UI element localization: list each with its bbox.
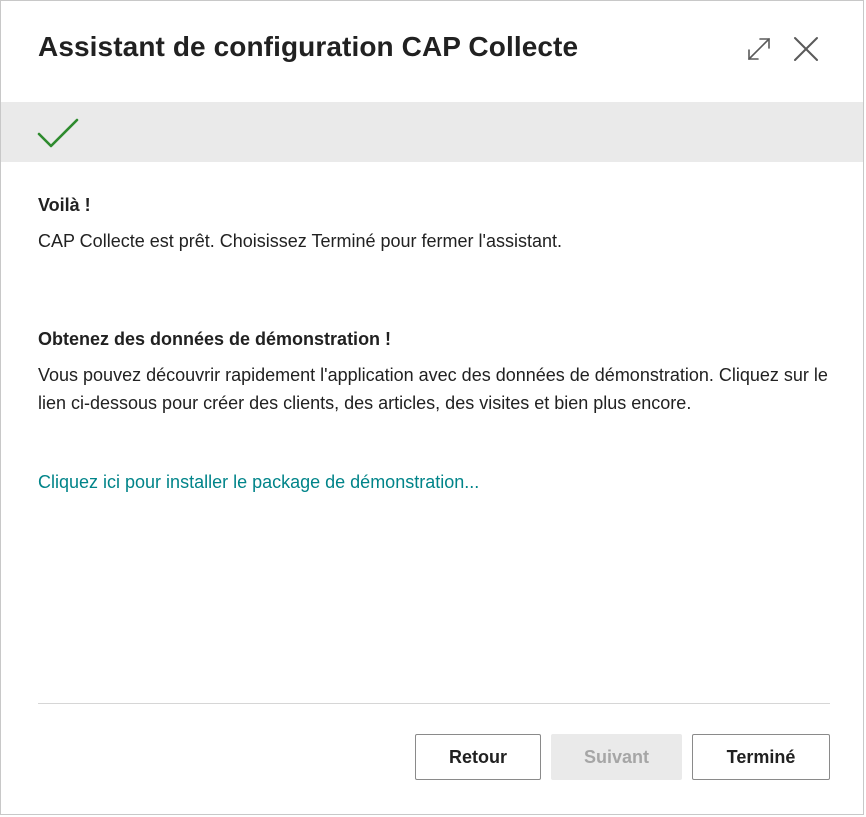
completion-section: Voilà ! CAP Collecte est prêt. Choisisse…	[38, 191, 562, 255]
expand-button[interactable]	[744, 34, 774, 64]
demo-data-text: Vous pouvez découvrir rapidement l'appli…	[38, 365, 828, 413]
close-icon	[794, 37, 818, 61]
close-button[interactable]	[791, 34, 821, 64]
demo-data-section: Obtenez des données de démonstration ! V…	[38, 325, 838, 417]
demo-data-heading: Obtenez des données de démonstration !	[38, 329, 392, 349]
dialog-header: Assistant de configuration CAP Collecte	[1, 1, 863, 102]
install-demo-package-link[interactable]: Cliquez ici pour installer le package de…	[38, 468, 479, 496]
status-banner	[1, 102, 863, 162]
back-button[interactable]: Retour	[415, 734, 541, 780]
checkmark-icon	[37, 118, 79, 148]
completion-heading: Voilà !	[38, 195, 91, 215]
dialog-title: Assistant de configuration CAP Collecte	[38, 31, 579, 62]
footer-divider	[38, 703, 830, 704]
next-button[interactable]: Suivant	[551, 734, 682, 780]
completion-text: CAP Collecte est prêt. Choisissez Termin…	[38, 231, 562, 251]
setup-wizard-dialog: Assistant de configuration CAP Collecte	[0, 0, 864, 815]
finish-button[interactable]: Terminé	[692, 734, 830, 780]
expand-icon	[748, 38, 770, 60]
